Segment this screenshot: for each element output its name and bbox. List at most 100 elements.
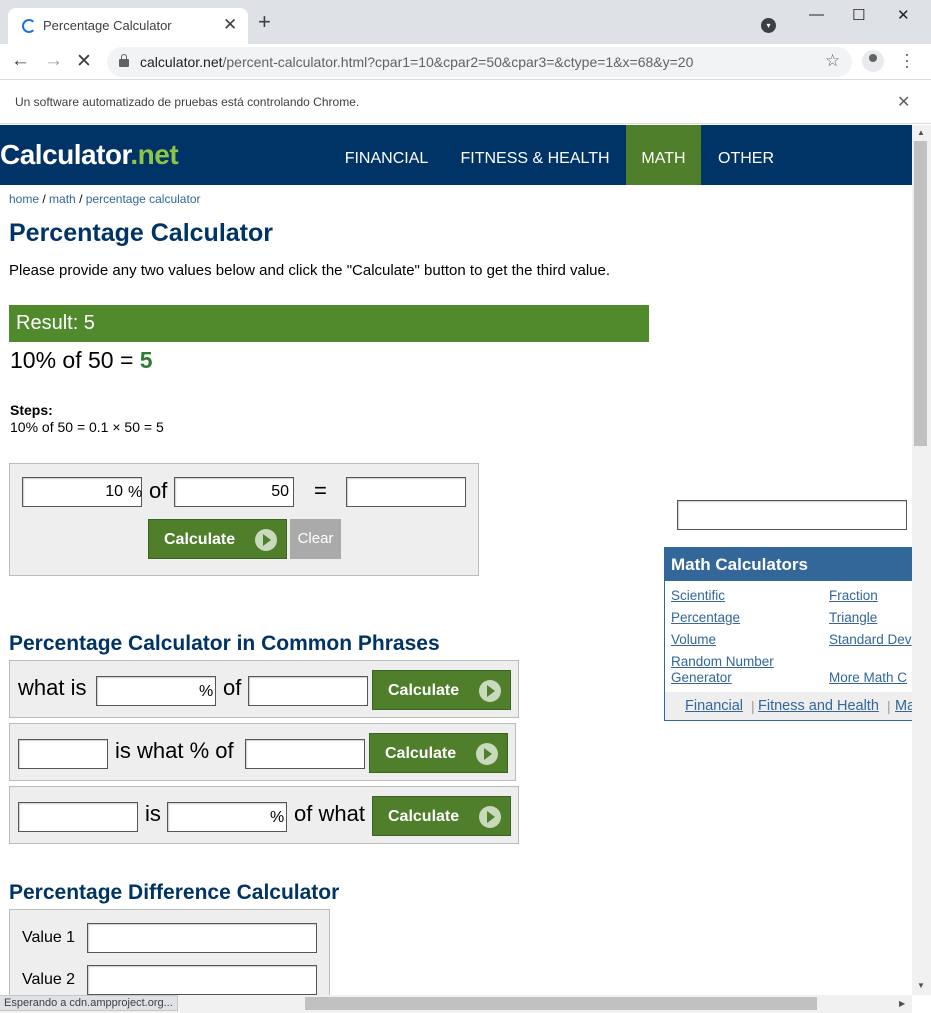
stop-loading-icon[interactable]: ✕ xyxy=(76,50,92,73)
result-banner: Result: 5 xyxy=(9,305,649,342)
what-is-label: what is xyxy=(18,675,87,700)
tab-title: Percentage Calculator xyxy=(43,18,172,33)
link-more-math[interactable]: More Math C xyxy=(829,670,907,686)
value2-input[interactable] xyxy=(87,965,317,995)
phrase3-part-input[interactable] xyxy=(18,802,138,832)
breadcrumb: home / math / percentage calculator xyxy=(9,192,201,206)
nav-fitness-health[interactable]: FITNESS & HEALTH xyxy=(447,125,623,185)
link-random-number-generator[interactable]: Generator xyxy=(671,670,732,686)
sidebar-search-input[interactable] xyxy=(677,500,907,530)
intro-text: Please provide any two values below and … xyxy=(9,262,611,279)
lock-icon[interactable] xyxy=(119,54,129,67)
link-random-number[interactable]: Random Number xyxy=(671,654,774,670)
of-what-label: of what xyxy=(294,801,365,826)
tab-search-icon[interactable]: ▾ xyxy=(761,18,776,33)
vertical-scrollbar[interactable]: ▲ ▼ xyxy=(912,125,931,995)
tab-strip: Percentage Calculator ✕ + ▾ — ☐ ✕ xyxy=(0,0,931,44)
infobar-message: Un software automatizado de pruebas está… xyxy=(15,95,360,109)
play-icon xyxy=(479,806,501,828)
phrase2-whole-input[interactable] xyxy=(245,739,365,769)
window-close-icon[interactable]: ✕ xyxy=(897,6,910,24)
phrase1-calculate-button[interactable]: Calculate xyxy=(372,670,511,710)
site-header: Calculator.net FINANCIAL FITNESS & HEALT… xyxy=(0,125,912,185)
phrase1-value-input[interactable] xyxy=(248,676,368,706)
calculate-button[interactable]: Calculate xyxy=(148,519,287,559)
percent-sign: % xyxy=(199,683,214,700)
scroll-down-icon[interactable]: ▼ xyxy=(917,981,925,990)
site-logo[interactable]: Calculator.net xyxy=(0,139,179,171)
horizontal-scroll-thumb[interactable] xyxy=(305,997,817,1010)
infobar-close-icon[interactable]: ✕ xyxy=(897,92,910,112)
footer-link-financial[interactable]: Financial xyxy=(685,698,743,714)
percent-sign: % xyxy=(128,484,143,501)
loading-spinner-icon xyxy=(22,19,36,33)
vertical-scroll-thumb[interactable] xyxy=(914,141,927,446)
is-label: is xyxy=(145,801,161,826)
of-label: of xyxy=(149,478,168,503)
tab-close-icon[interactable]: ✕ xyxy=(223,15,237,35)
phrase2-calculate-button[interactable]: Calculate xyxy=(369,733,508,773)
math-calculators-header: Math Calculators xyxy=(665,548,912,581)
phrase2-part-input[interactable] xyxy=(18,739,108,769)
footer-link-math[interactable]: Ma xyxy=(895,698,912,714)
phrase3-percent-input[interactable] xyxy=(167,802,287,832)
result-value-input[interactable] xyxy=(346,477,466,507)
breadcrumb-home[interactable]: home xyxy=(9,192,39,206)
is-what-percent-of-label: is what % of xyxy=(115,738,234,763)
minimize-icon[interactable]: — xyxy=(809,6,824,23)
phrase-row-is-what-percent: is what % of Calculate xyxy=(9,723,516,781)
scroll-up-icon[interactable]: ▲ xyxy=(917,128,925,137)
profile-avatar-icon[interactable] xyxy=(862,50,884,72)
phrase-row-what-is: what is % of Calculate xyxy=(9,660,519,718)
maximize-icon[interactable]: ☐ xyxy=(852,6,865,24)
link-scientific[interactable]: Scientific xyxy=(671,588,725,604)
phrase3-calculate-button[interactable]: Calculate xyxy=(372,796,511,836)
status-bubble: Esperando a cdn.ampproject.org... xyxy=(0,995,178,1011)
math-calculators-panel: Math Calculators Scientific Fraction Per… xyxy=(664,547,912,721)
breadcrumb-current[interactable]: percentage calculator xyxy=(86,192,201,206)
percent-calc-form: 10 % of 50 = Calculate Clear xyxy=(9,463,479,576)
base-value-input[interactable]: 50 xyxy=(174,477,294,507)
breadcrumb-math[interactable]: math xyxy=(49,192,76,206)
new-tab-button[interactable]: + xyxy=(258,11,271,33)
difference-form: Value 1 Value 2 xyxy=(9,909,330,995)
phrase1-percent-input[interactable] xyxy=(96,676,216,706)
chrome-menu-icon[interactable]: · · · xyxy=(904,45,910,75)
page-content: Calculator.net FINANCIAL FITNESS & HEALT… xyxy=(0,125,912,995)
value1-input[interactable] xyxy=(87,923,317,953)
phrases-title: Percentage Calculator in Common Phrases xyxy=(9,632,440,655)
play-icon xyxy=(479,680,501,702)
footer-link-fitness[interactable]: Fitness and Health xyxy=(758,698,879,714)
forward-icon[interactable]: → xyxy=(44,50,63,72)
scroll-right-icon[interactable]: ▶ xyxy=(899,999,905,1008)
link-standard-deviation[interactable]: Standard Dev xyxy=(829,632,912,648)
link-fraction[interactable]: Fraction xyxy=(829,588,878,604)
sidebar-footer: Financial | Fitness and Health | Ma xyxy=(665,692,912,720)
result-equation: 10% of 50 = 5 xyxy=(10,347,153,373)
equals-label: = xyxy=(314,478,327,503)
automation-infobar: Un software automatizado de pruebas está… xyxy=(0,80,931,124)
page-title: Percentage Calculator xyxy=(9,219,273,247)
play-icon xyxy=(255,529,277,551)
phrase-row-of-what: is % of what Calculate xyxy=(9,786,519,844)
difference-title: Percentage Difference Calculator xyxy=(9,881,340,904)
of-label: of xyxy=(223,675,242,700)
value1-label: Value 1 xyxy=(22,929,76,946)
address-bar[interactable]: calculator.net/percent-calculator.html?c… xyxy=(107,47,852,77)
steps-value: 10% of 50 = 0.1 × 50 = 5 xyxy=(10,419,164,435)
url-text: calculator.net/percent-calculator.html?c… xyxy=(140,54,694,70)
nav-financial[interactable]: FINANCIAL xyxy=(330,125,443,185)
link-triangle[interactable]: Triangle xyxy=(829,610,877,626)
back-icon[interactable]: ← xyxy=(11,50,30,72)
browser-tab[interactable]: Percentage Calculator ✕ xyxy=(8,8,248,44)
play-icon xyxy=(476,743,498,765)
percent-input[interactable]: 10 xyxy=(22,477,142,507)
nav-math[interactable]: MATH xyxy=(626,125,701,185)
nav-other[interactable]: OTHER xyxy=(704,125,788,185)
clear-button[interactable]: Clear xyxy=(290,519,341,559)
bookmark-star-icon[interactable]: ☆ xyxy=(825,51,840,71)
link-volume[interactable]: Volume xyxy=(671,632,716,648)
link-percentage[interactable]: Percentage xyxy=(671,610,740,626)
steps-heading: Steps: xyxy=(10,402,53,418)
value2-label: Value 2 xyxy=(22,971,76,988)
